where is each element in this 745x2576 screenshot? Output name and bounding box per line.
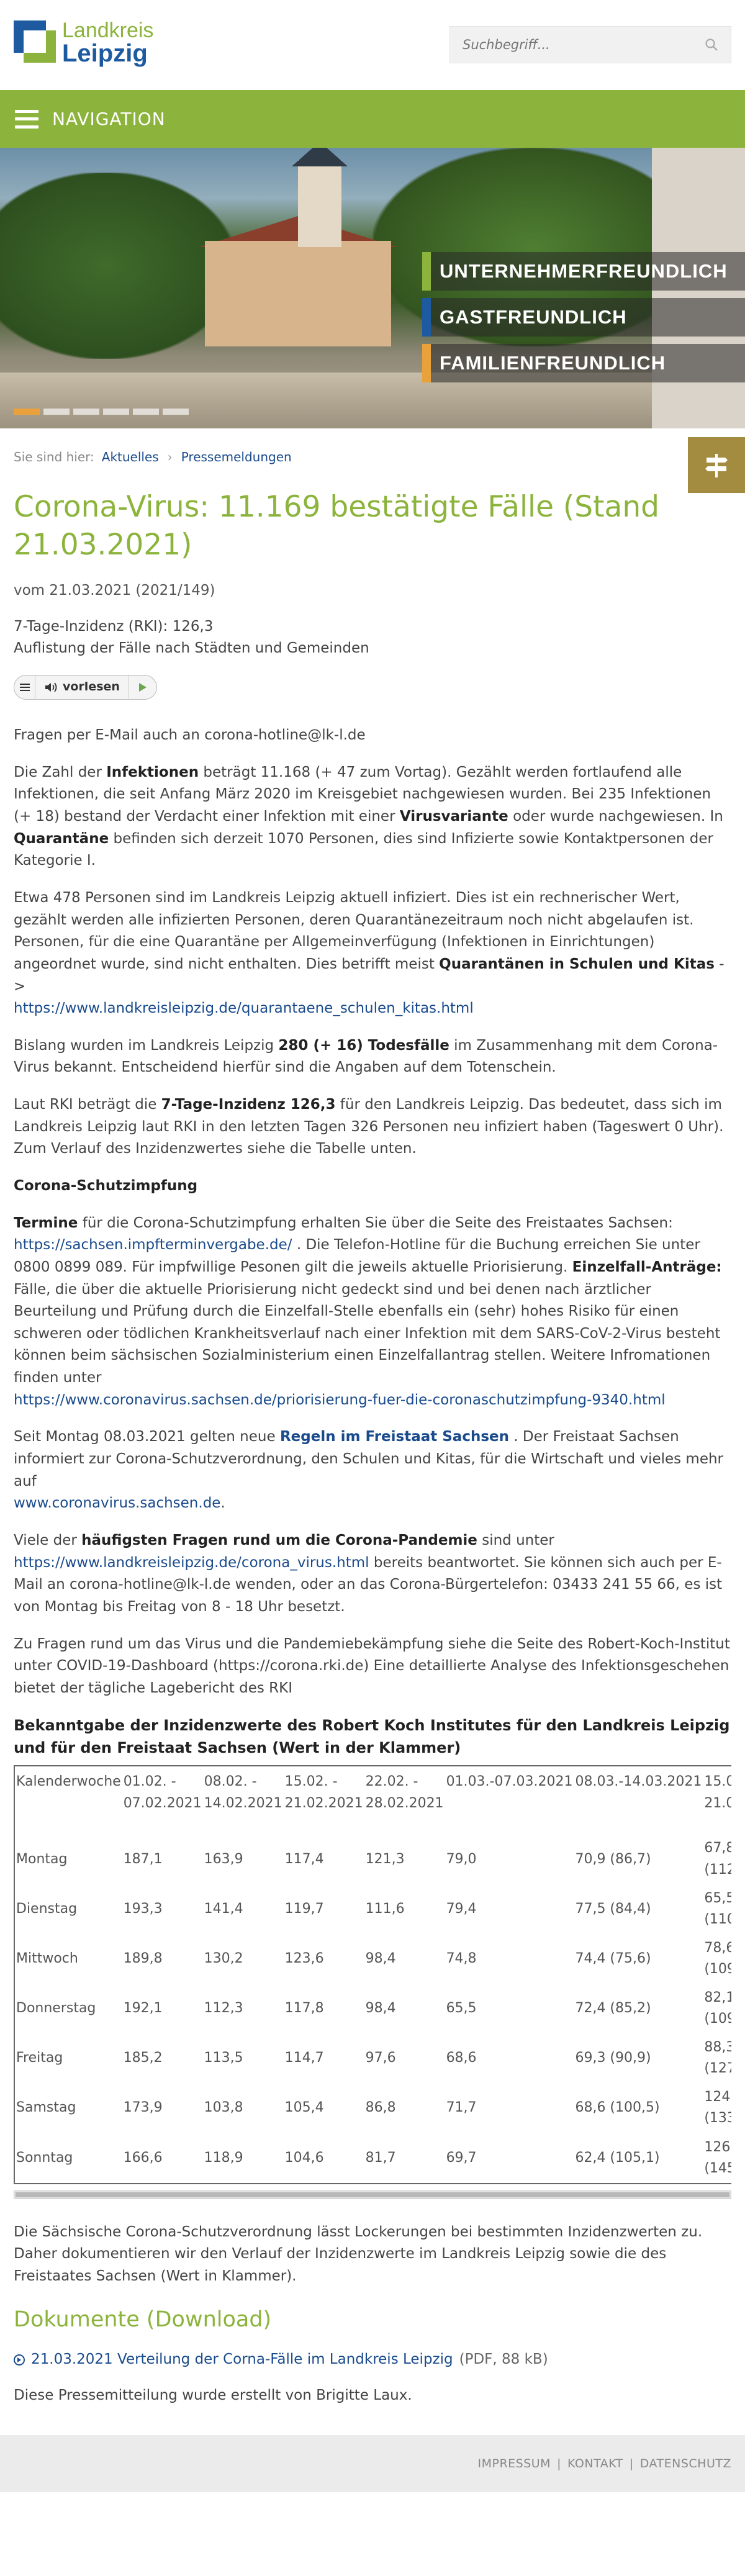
download-arrow-icon	[14, 2354, 25, 2366]
hero-church-image	[205, 241, 391, 346]
intro: 7-Tage-Inzidenz (RKI): 126,3 Auflistung …	[14, 616, 731, 660]
slogan-unternehmerfreundlich[interactable]: UNTERNEHMERFREUNDLICH	[422, 252, 745, 291]
paragraph-deaths: Bislang wurden im Landkreis Leipzig 280 …	[14, 1037, 718, 1076]
paragraph-incidence: Laut RKI beträgt die 7-Tage-Inzidenz 126…	[14, 1096, 724, 1157]
coronavirus-sachsen-link[interactable]: www.coronavirus.sachsen.de	[14, 1495, 220, 1511]
intro-listing: Auflistung der Fälle nach Städten und Ge…	[14, 640, 369, 657]
slogan-gastfreundlich[interactable]: GASTFREUNDLICH	[422, 298, 745, 337]
slider-dot[interactable]	[14, 409, 40, 415]
paragraph-current: Etwa 478 Personen sind im Landkreis Leip…	[14, 889, 725, 1017]
footer-link-kontakt[interactable]: KONTAKT	[567, 2455, 623, 2473]
table-header-row: Kalenderwoche 01.02. - 07.02.2021 08.02.…	[14, 1766, 731, 1834]
read-aloud-button[interactable]: vorlesen	[35, 676, 129, 700]
table-row: Dienstag 193,3 141,4 119,7 111,6 79,4 77,5 (84…	[16, 1890, 731, 1927]
file-size: (PDF, 88 kB)	[459, 2351, 548, 2367]
slider-dot[interactable]	[103, 409, 129, 415]
documents-heading: Dokumente (Download)	[14, 2307, 272, 2332]
paragraph-note: Die Sächsische Corona-Schutzverordnung l…	[14, 2223, 703, 2285]
author-line: Diese Pressemitteilung wurde erstellt vo…	[14, 2387, 412, 2403]
table-heading: Bekanntgabe der Inzidenzwerte des Robert…	[14, 1717, 730, 1757]
table-row: Samstag 173,9 103,8 105,4 86,8 71,7 68,6 (100,…	[16, 2089, 731, 2126]
quarantine-link[interactable]: https://www.landkreisleipzig.de/quaranta…	[14, 1000, 474, 1016]
signpost-icon	[705, 454, 728, 477]
rules-link[interactable]: Regeln im Freistaat Sachsen	[280, 1429, 509, 1445]
table-header-cell: 08.03.-14.03.2021	[575, 1774, 702, 1790]
slider-dot[interactable]	[73, 409, 99, 415]
paragraph-rules: Seit Montag 08.03.2021 gelten neue Regel…	[14, 1429, 724, 1512]
navigation-label[interactable]: NAVIGATION	[52, 106, 166, 132]
paragraph-vaccination: Termine für die Corona-Schutzimpfung erh…	[14, 1214, 722, 1408]
table-row: Mittwoch 189,8 130,2 123,6 98,4 74,8 74,4 (75,…	[16, 1940, 731, 1977]
breadcrumb: Sie sind hier: Aktuelles › Pressemeldung…	[0, 428, 745, 493]
footer-link-impressum[interactable]: IMPRESSUM	[477, 2455, 551, 2473]
table-header-cell: 15.03. - 21.03.2021	[704, 1774, 731, 1811]
site-header: Landkreis Leipzig	[0, 0, 745, 90]
slogan-familienfreundlich[interactable]: FAMILIENFREUNDLICH	[422, 344, 745, 382]
play-icon	[138, 683, 147, 692]
slider-dot[interactable]	[163, 409, 189, 415]
scrollbar-thumb[interactable]	[16, 2192, 729, 2197]
hero-banner: UNTERNEHMERFREUNDLICH GASTFREUNDLICH FAM…	[0, 148, 745, 428]
intro-incidence: 7-Tage-Inzidenz (RKI): 126,3	[14, 618, 214, 635]
priorisierung-link[interactable]: https://www.coronavirus.sachsen.de/prior…	[14, 1392, 666, 1408]
search-box	[449, 26, 731, 63]
logo-mark-icon	[14, 20, 58, 65]
site-logo[interactable]: Landkreis Leipzig	[14, 20, 153, 66]
table-header-cell: 15.02. - 21.02.2021	[284, 1774, 363, 1811]
signpost-button[interactable]	[688, 437, 745, 493]
incidence-table: Kalenderwoche 01.02. - 07.02.2021 08.02.…	[14, 1765, 731, 2184]
table-horizontal-scrollbar[interactable]	[14, 2190, 731, 2199]
faq-link[interactable]: https://www.landkreisleipzig.de/corona_v…	[14, 1555, 369, 1571]
logo-line-2: Leipzig	[62, 40, 148, 67]
incidence-table-wrapper: Kalenderwoche 01.02. - 07.02.2021 08.02.…	[14, 1765, 731, 2184]
slider-dots	[14, 409, 189, 415]
search-icon[interactable]	[705, 38, 718, 52]
table-header-cell: Kalenderwoche	[16, 1774, 121, 1790]
slider-dot[interactable]	[43, 409, 70, 415]
reader-menu-icon[interactable]	[14, 676, 35, 700]
vaccination-heading: Corona-Schutzimpfung	[14, 1178, 198, 1194]
play-button[interactable]	[129, 676, 156, 699]
breadcrumb-aktuelles[interactable]: Aktuelles	[102, 448, 159, 467]
email-line: Fragen per E-Mail auch an corona-hotline…	[14, 727, 366, 744]
table-row: Donnerstag 192,1 112,3 117,8 98,4 65,5 72,4 (8…	[16, 1990, 731, 2027]
table-header-cell: 22.02. - 28.02.2021	[365, 1774, 444, 1811]
logo-line-1: Landkreis	[62, 19, 154, 42]
impftermin-link[interactable]: https://sachsen.impfterminvergabe.de/	[14, 1237, 292, 1253]
navigation-bar[interactable]: NAVIGATION	[0, 90, 745, 148]
site-footer: IMPRESSUM | KONTAKT | DATENSCHUTZ	[0, 2435, 745, 2493]
read-aloud-widget: vorlesen	[14, 675, 157, 700]
search-input[interactable]	[450, 37, 698, 52]
hero-slogans: UNTERNEHMERFREUNDLICH GASTFREUNDLICH FAM…	[422, 252, 745, 390]
breadcrumb-pressemeldungen[interactable]: Pressemeldungen	[181, 448, 292, 467]
table-header-cell: 08.02. - 14.02.2021	[204, 1774, 282, 1811]
download-link[interactable]: 21.03.2021 Verteilung der Corna-Fälle im…	[31, 2349, 453, 2371]
article-date: vom 21.03.2021 (2021/149)	[14, 582, 215, 599]
chevron-right-icon: ›	[167, 449, 173, 464]
footer-link-datenschutz[interactable]: DATENSCHUTZ	[640, 2455, 731, 2473]
table-header-cell: 01.02. - 07.02.2021	[123, 1774, 202, 1811]
table-row: Freitag 185,2 113,5 114,7 97,6 68,6 69,3 (90,9…	[16, 2040, 731, 2077]
read-aloud-label: vorlesen	[63, 680, 120, 694]
paragraph-faq: Viele der häufigsten Fragen rund um die …	[14, 1532, 723, 1615]
table-row: Montag 187,1 163,9 117,4 121,3 79,0 70,9 (86,7…	[16, 1840, 731, 1878]
table-row: Sonntag 166,6 118,9 104,6 81,7 69,7 62,4 (105,…	[16, 2139, 731, 2176]
hamburger-menu-icon[interactable]	[15, 109, 38, 129]
paragraph-infections: Die Zahl der Infektionen beträgt 11.168 …	[14, 764, 723, 869]
speaker-icon	[45, 682, 57, 692]
article-content: Corona-Virus: 11.169 bestätigte Fälle (S…	[0, 488, 745, 2407]
paragraph-rki: Zu Fragen rund um das Virus und die Pand…	[14, 1635, 730, 1696]
page-title: Corona-Virus: 11.169 bestätigte Fälle (S…	[14, 490, 659, 563]
breadcrumb-prefix: Sie sind hier:	[14, 449, 94, 464]
table-header-cell: 01.03.-07.03.2021	[446, 1774, 573, 1790]
slider-dot[interactable]	[133, 409, 159, 415]
download-item: 21.03.2021 Verteilung der Corna-Fälle im…	[14, 2349, 731, 2371]
